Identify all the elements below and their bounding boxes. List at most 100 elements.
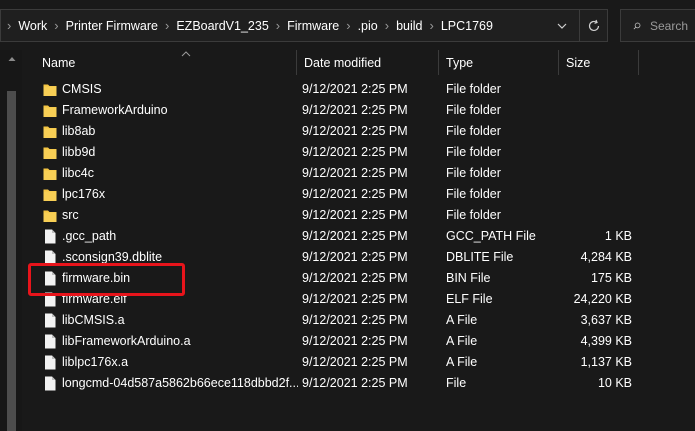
file-size: 4,284 KB — [580, 250, 632, 264]
file-row[interactable]: libFrameworkArduino.a 9/12/2021 2:25 PM A … — [22, 331, 695, 352]
file-date-modified: 9/12/2021 2:25 PM — [302, 145, 408, 159]
file-date-modified: 9/12/2021 2:25 PM — [302, 292, 408, 306]
file-date-modified: 9/12/2021 2:25 PM — [302, 208, 408, 222]
breadcrumb-firmware[interactable]: Firmware — [281, 19, 345, 33]
file-name: liblpc176x.a — [62, 355, 129, 369]
column-header-size-label: Size — [566, 55, 591, 70]
folder-icon — [43, 103, 57, 118]
search-icon — [633, 22, 641, 29]
file-name: firmware.bin — [62, 271, 131, 285]
column-headers: Name Date modified Type Size — [22, 50, 695, 75]
file-row[interactable]: lib8ab 9/12/2021 2:25 PM File folder — [22, 121, 695, 142]
file-size: 3,637 KB — [580, 313, 632, 327]
file-size: 10 KB — [597, 376, 632, 390]
file-type: A File — [446, 313, 478, 327]
folder-icon — [43, 124, 57, 139]
breadcrumb-ezboard[interactable]: EZBoardV1_235 — [170, 19, 274, 33]
file-date-modified: 9/12/2021 2:25 PM — [302, 250, 408, 264]
file-row[interactable]: liblpc176x.a 9/12/2021 2:25 PM A File 1,137… — [22, 352, 695, 373]
file-icon — [43, 313, 57, 328]
file-name: CMSIS — [62, 82, 102, 96]
breadcrumb-work[interactable]: Work — [12, 19, 53, 33]
file-type: File — [446, 376, 467, 390]
column-header-size[interactable]: Size — [558, 50, 638, 75]
column-header-type[interactable]: Type — [438, 50, 558, 75]
column-header-date-label: Date modified — [304, 55, 382, 70]
file-date-modified: 9/12/2021 2:25 PM — [302, 376, 408, 390]
file-name: .sconsign39.dblite — [62, 250, 163, 264]
file-row[interactable]: firmware.elf 9/12/2021 2:25 PM ELF File 24,… — [22, 289, 695, 310]
file-row[interactable]: .sconsign39.dblite 9/12/2021 2:25 PM DBLIT… — [22, 247, 695, 268]
column-header-type-label: Type — [446, 55, 474, 70]
file-name: firmware.elf — [62, 292, 127, 306]
file-type: File folder — [446, 103, 501, 117]
refresh-icon — [588, 19, 599, 31]
file-icon — [43, 250, 57, 265]
file-row[interactable]: longcmd-04d587a5862b66ece118dbbd2f... 9/1… — [22, 373, 695, 394]
file-icon — [43, 376, 57, 391]
file-date-modified: 9/12/2021 2:25 PM — [302, 313, 408, 327]
file-icon — [43, 334, 57, 349]
column-header-name-label: Name — [42, 55, 76, 70]
file-list: CMSIS 9/12/2021 2:25 PM File folder Framewo… — [22, 79, 695, 394]
file-date-modified: 9/12/2021 2:25 PM — [302, 103, 408, 117]
file-type: ELF File — [446, 292, 493, 306]
file-size: 24,220 KB — [573, 292, 632, 306]
file-name: FrameworkArduino — [62, 103, 168, 117]
file-row[interactable]: libb9d 9/12/2021 2:25 PM File folder — [22, 142, 695, 163]
breadcrumb-separator-icon[interactable]: › — [1, 18, 12, 33]
file-type: File folder — [446, 187, 501, 201]
file-row[interactable]: FrameworkArduino 9/12/2021 2:25 PM File fo… — [22, 100, 695, 121]
file-name: libFrameworkArduino.a — [62, 334, 191, 348]
address-bar[interactable]: › Work › Printer Firmware › EZBoardV1_23… — [0, 9, 608, 42]
file-row[interactable]: libCMSIS.a 9/12/2021 2:25 PM A File 3,637 K… — [22, 310, 695, 331]
folder-icon — [43, 187, 57, 202]
file-row[interactable]: .gcc_path 9/12/2021 2:25 PM GCC_PATH File 1… — [22, 226, 695, 247]
column-divider[interactable] — [638, 50, 639, 75]
breadcrumb-pio[interactable]: .pio — [352, 19, 384, 33]
file-row[interactable]: firmware.bin 9/12/2021 2:25 PM BIN File 175… — [22, 268, 695, 289]
search-input[interactable] — [650, 18, 695, 33]
file-icon — [43, 229, 57, 244]
file-date-modified: 9/12/2021 2:25 PM — [302, 166, 408, 180]
file-icon — [43, 292, 57, 307]
file-name: src — [62, 208, 79, 222]
file-type: File folder — [446, 145, 501, 159]
navigation-pane-scrollbar[interactable] — [0, 50, 22, 431]
scrollbar-thumb[interactable] — [7, 91, 16, 431]
file-name: libCMSIS.a — [62, 313, 125, 327]
file-name: libb9d — [62, 145, 96, 159]
file-row[interactable]: libc4c 9/12/2021 2:25 PM File folder — [22, 163, 695, 184]
file-size: 1 KB — [604, 229, 632, 243]
file-type: File folder — [446, 166, 501, 180]
file-size: 4,399 KB — [580, 334, 632, 348]
file-name: lpc176x — [62, 187, 106, 201]
file-date-modified: 9/12/2021 2:25 PM — [302, 334, 408, 348]
file-type: A File — [446, 355, 478, 369]
file-date-modified: 9/12/2021 2:25 PM — [302, 187, 408, 201]
file-name: lib8ab — [62, 124, 96, 138]
file-name: longcmd-04d587a5862b66ece118dbbd2f... — [62, 376, 298, 390]
file-date-modified: 9/12/2021 2:25 PM — [302, 229, 408, 243]
scroll-up-icon[interactable] — [7, 54, 17, 64]
search-box[interactable] — [620, 9, 695, 42]
file-row[interactable]: lpc176x 9/12/2021 2:25 PM File folder — [22, 184, 695, 205]
column-header-date[interactable]: Date modified — [296, 50, 438, 75]
file-date-modified: 9/12/2021 2:25 PM — [302, 82, 408, 96]
file-type: BIN File — [446, 271, 491, 285]
file-row[interactable]: src 9/12/2021 2:25 PM File folder — [22, 205, 695, 226]
file-row[interactable]: CMSIS 9/12/2021 2:25 PM File folder — [22, 79, 695, 100]
breadcrumb-printer-firmware[interactable]: Printer Firmware — [60, 19, 164, 33]
file-size: 1,137 KB — [580, 355, 632, 369]
column-header-name[interactable]: Name — [34, 50, 296, 75]
file-type: File folder — [446, 208, 501, 222]
file-type: GCC_PATH File — [446, 229, 536, 243]
file-date-modified: 9/12/2021 2:25 PM — [302, 355, 408, 369]
breadcrumb-lpc1769[interactable]: LPC1769 — [435, 19, 499, 33]
breadcrumb-build[interactable]: build — [390, 19, 428, 33]
file-type: DBLITE File — [446, 250, 514, 264]
chevron-down-icon — [557, 23, 567, 29]
address-dropdown-button[interactable] — [551, 10, 573, 41]
file-type: File folder — [446, 82, 501, 96]
refresh-button[interactable] — [579, 10, 607, 41]
